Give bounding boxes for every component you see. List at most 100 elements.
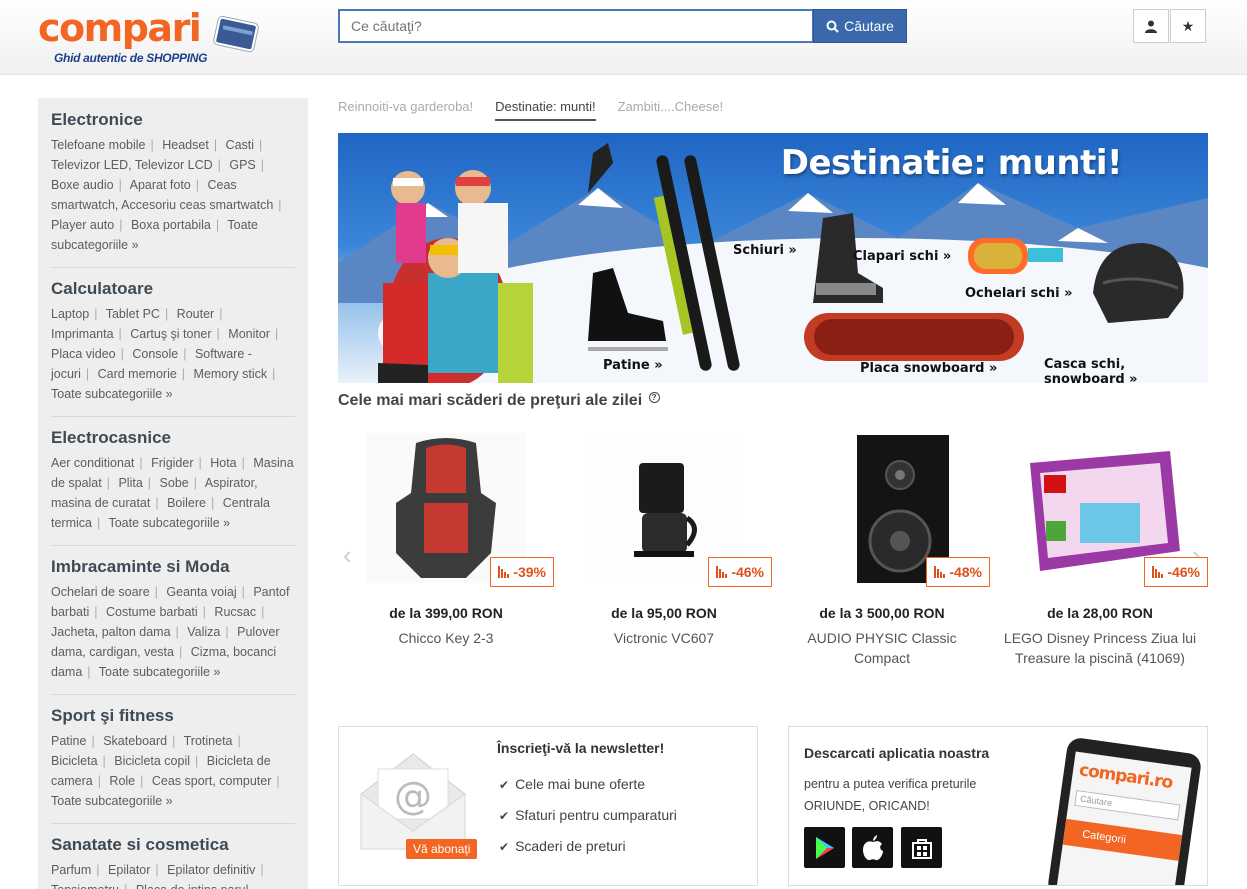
category-link[interactable]: Boilere bbox=[167, 496, 206, 510]
banner-label-casca[interactable]: Casca schi, snowboard » bbox=[1044, 357, 1208, 383]
logo-text: compari bbox=[38, 6, 202, 50]
link-separator: | bbox=[237, 734, 241, 748]
category-link[interactable]: Jacheta, palton dama bbox=[51, 625, 171, 639]
category-link[interactable]: Geanta voiaj bbox=[166, 585, 236, 599]
link-separator: | bbox=[164, 307, 169, 321]
category-link[interactable]: Epilator bbox=[108, 863, 150, 877]
product-card[interactable]: -39% de la 399,00 RON Chicco Key 2-3 bbox=[346, 433, 554, 648]
banner-label-clapari[interactable]: Clapari schi » bbox=[853, 249, 951, 264]
category-title[interactable]: Imbracaminte si Moda bbox=[51, 557, 295, 577]
product-card[interactable]: -46% de la 28,00 RON LEGO Disney Princes… bbox=[1000, 433, 1208, 668]
category-link[interactable]: Sobe bbox=[160, 476, 189, 490]
link-separator: | bbox=[183, 347, 187, 361]
account-button[interactable] bbox=[1133, 9, 1169, 43]
category-link[interactable]: Imprimanta bbox=[51, 327, 114, 341]
category-link[interactable]: Hota bbox=[210, 456, 236, 470]
banner-label-schiuri[interactable]: Schiuri » bbox=[733, 243, 797, 258]
category-link[interactable]: Parfum bbox=[51, 863, 91, 877]
category-link[interactable]: Casti bbox=[226, 138, 254, 152]
category-link[interactable]: Cartuş şi toner bbox=[130, 327, 211, 341]
category-link[interactable]: Telefoane mobile bbox=[51, 138, 146, 152]
category-link[interactable]: Frigider bbox=[151, 456, 193, 470]
category-title[interactable]: Electronice bbox=[51, 110, 295, 130]
category-link[interactable]: Epilator definitiv bbox=[167, 863, 255, 877]
link-separator: | bbox=[96, 516, 101, 530]
category-link[interactable]: Toate subcategoriile » bbox=[108, 516, 230, 530]
category-link[interactable]: Toate subcategoriile » bbox=[99, 665, 221, 679]
category-link[interactable]: Console bbox=[132, 347, 178, 361]
link-separator: | bbox=[96, 863, 100, 877]
category-link[interactable]: Headset bbox=[162, 138, 209, 152]
category-link[interactable]: Rucsac bbox=[214, 605, 256, 619]
link-separator: | bbox=[241, 456, 245, 470]
category-link[interactable]: GPS bbox=[229, 158, 255, 172]
product-card[interactable]: -48% de la 3 500,00 RON AUDIO PHYSIC Cla… bbox=[782, 433, 990, 668]
link-separator: | bbox=[259, 138, 263, 152]
category-link[interactable]: Boxa portabila bbox=[131, 218, 211, 232]
product-image[interactable]: -46% bbox=[584, 433, 772, 587]
product-name[interactable]: Victronic VC607 bbox=[564, 628, 764, 648]
category-link[interactable]: Costume barbati bbox=[106, 605, 198, 619]
category-link[interactable]: Router bbox=[177, 307, 215, 321]
search-icon bbox=[826, 20, 839, 33]
category-link[interactable]: Player auto bbox=[51, 218, 114, 232]
category-title[interactable]: Sanatate si cosmetica bbox=[51, 835, 295, 855]
category-link[interactable]: Tensiometru bbox=[51, 883, 119, 889]
category-link[interactable]: Plita bbox=[118, 476, 142, 490]
category-link[interactable]: Boxe audio bbox=[51, 178, 114, 192]
info-icon[interactable]: ? bbox=[648, 392, 660, 403]
banner-label-ochelari[interactable]: Ochelari schi » bbox=[965, 286, 1073, 301]
category-link[interactable]: Ceas sport, computer bbox=[152, 774, 272, 788]
category-link[interactable]: Laptop bbox=[51, 307, 89, 321]
tab-cheese[interactable]: Zambiti....Cheese! bbox=[618, 99, 724, 121]
subscribe-button[interactable]: Vă abonaţi bbox=[406, 839, 478, 859]
category-link[interactable]: Valiza bbox=[187, 625, 220, 639]
windows-store-button[interactable] bbox=[901, 827, 942, 868]
category-title[interactable]: Sport şi fitness bbox=[51, 706, 295, 726]
promo-banner[interactable]: Destinatie: munti! Schiuri » Clapari sch… bbox=[338, 133, 1208, 383]
search-button[interactable]: Căutare bbox=[813, 9, 907, 43]
category-link[interactable]: Card memorie bbox=[98, 367, 177, 381]
link-separator: | bbox=[106, 476, 110, 490]
deals-title-text: Cele mai mari scăderi de preţuri ale zil… bbox=[338, 392, 643, 409]
category-link[interactable]: Patine bbox=[51, 734, 86, 748]
product-image[interactable]: -39% bbox=[366, 433, 554, 587]
category-link[interactable]: Toate subcategoriile » bbox=[51, 794, 173, 808]
category-link[interactable]: Placa video bbox=[51, 347, 116, 361]
search-input[interactable] bbox=[338, 9, 814, 43]
category-link[interactable]: Toate subcategoriile » bbox=[51, 387, 173, 401]
category-link[interactable]: Trotineta bbox=[184, 734, 233, 748]
google-play-button[interactable] bbox=[804, 827, 845, 868]
category-link[interactable]: Role bbox=[109, 774, 135, 788]
category-link[interactable]: Monitor bbox=[228, 327, 270, 341]
tab-garderoba[interactable]: Reinnoiti-va garderoba! bbox=[338, 99, 473, 121]
category-link[interactable]: Ochelari de soare bbox=[51, 585, 150, 599]
banner-label-placa[interactable]: Placa snowboard » bbox=[860, 361, 997, 376]
category-link[interactable]: Bicicleta bbox=[51, 754, 98, 768]
category-link[interactable]: Memory stick bbox=[194, 367, 268, 381]
category-link[interactable]: Aer conditionat bbox=[51, 456, 134, 470]
link-separator: | bbox=[198, 456, 202, 470]
category-link[interactable]: Tablet PC bbox=[106, 307, 160, 321]
category-link[interactable]: Placa de intins parul bbox=[136, 883, 249, 889]
product-image[interactable]: -48% bbox=[802, 433, 990, 587]
category-link[interactable]: Televizor LED, Televizor LCD bbox=[51, 158, 213, 172]
app-store-button[interactable] bbox=[852, 827, 893, 868]
product-name[interactable]: Chicco Key 2-3 bbox=[346, 628, 546, 648]
site-logo[interactable]: compari Ghid autentic de SHOPPING bbox=[38, 6, 263, 68]
category-link[interactable]: Bicicleta copil bbox=[114, 754, 190, 768]
link-separator: | bbox=[119, 218, 123, 232]
tab-munti[interactable]: Destinatie: munti! bbox=[495, 99, 596, 121]
sidebar-category: Electrocasnice Aer conditionat | Frigider |… bbox=[51, 428, 295, 546]
category-link[interactable]: Skateboard bbox=[103, 734, 167, 748]
star-icon: ★ bbox=[1181, 17, 1195, 34]
category-title[interactable]: Electrocasnice bbox=[51, 428, 295, 448]
product-image[interactable]: -46% bbox=[1020, 433, 1208, 587]
banner-label-patine[interactable]: Patine » bbox=[603, 358, 663, 373]
product-name[interactable]: LEGO Disney Princess Ziua lui Treasure l… bbox=[1000, 628, 1200, 668]
favorites-button[interactable]: ★ bbox=[1170, 9, 1206, 43]
product-card[interactable]: -46% de la 95,00 RON Victronic VC607 bbox=[564, 433, 772, 648]
category-title[interactable]: Calculatoare bbox=[51, 279, 295, 299]
category-link[interactable]: Aparat foto bbox=[130, 178, 191, 192]
product-name[interactable]: AUDIO PHYSIC Classic Compact bbox=[782, 628, 982, 668]
